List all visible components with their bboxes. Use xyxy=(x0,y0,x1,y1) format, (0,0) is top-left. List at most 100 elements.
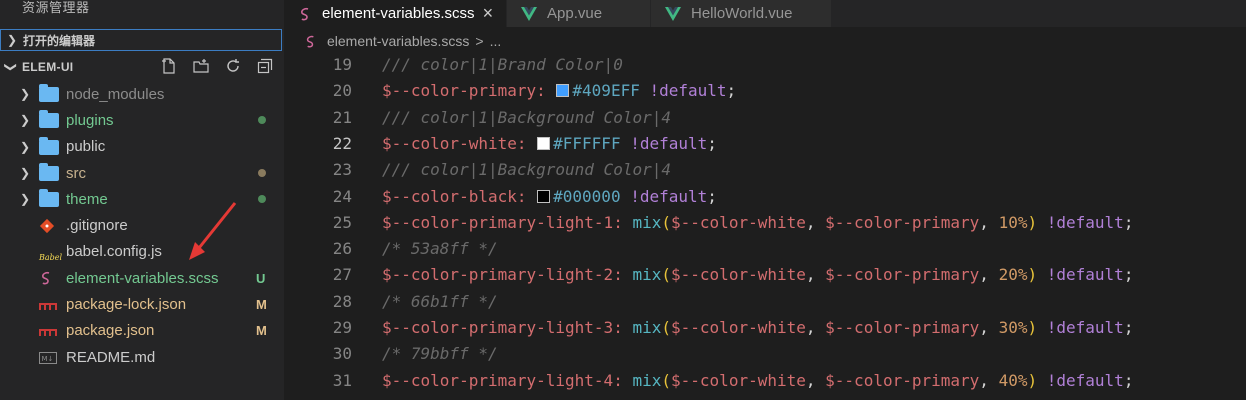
code-line-21: /// color|1|Background Color|4 xyxy=(382,107,671,127)
tab-label: element-variables.scss xyxy=(322,5,475,22)
new-folder-icon[interactable] xyxy=(192,58,210,76)
code-line-28: /* 66b1ff */ xyxy=(382,291,498,311)
folder-icon xyxy=(39,84,59,103)
breadcrumb-symbols[interactable]: ... xyxy=(490,33,502,49)
code-line-24: $--color-black: #000000 !default; xyxy=(382,186,717,206)
code-line-19: /// color|1|Brand Color|0 xyxy=(382,55,623,74)
tree-item-public[interactable]: ❯ public xyxy=(0,134,284,160)
git-status-dot xyxy=(258,116,266,125)
tree-item-label: README.md xyxy=(66,348,156,366)
tab-helloworld-vue[interactable]: HelloWorld.vue xyxy=(651,0,831,27)
line-number: 24 xyxy=(332,186,352,206)
code-line-26: /* 53a8ff */ xyxy=(382,239,498,259)
git-status-badge: M xyxy=(256,323,267,339)
code-line-31: $--color-primary-light-4: mix($--color-w… xyxy=(382,370,1134,390)
line-number: 23 xyxy=(332,160,352,180)
babel-icon: Babel xyxy=(39,252,63,262)
project-section-header[interactable]: ❯ ELEM-UI xyxy=(0,56,284,78)
color-swatch-black[interactable] xyxy=(537,189,551,203)
tab-label: HelloWorld.vue xyxy=(691,5,793,22)
tree-item-plugins[interactable]: ❯ plugins xyxy=(0,107,284,133)
line-number: 20 xyxy=(332,81,352,101)
chevron-down-icon: ❯ xyxy=(4,61,18,73)
line-number: 27 xyxy=(332,265,352,285)
line-number: 28 xyxy=(332,291,352,311)
breadcrumb-separator: > xyxy=(475,33,484,49)
tree-item-label: src xyxy=(66,164,86,182)
code-editor[interactable]: 19 20 21 22 23 24 25 26 27 28 29 30 31 /// color|1|B… xyxy=(284,55,1246,400)
code-line-27: $--color-primary-light-2: mix($--color-w… xyxy=(382,265,1134,285)
vue-icon xyxy=(521,6,537,21)
git-status-badge: M xyxy=(256,297,267,313)
code-line-23: /// color|1|Background Color|4 xyxy=(382,160,671,180)
tree-item-readme-md[interactable]: M↓ README.md xyxy=(0,344,284,370)
chevron-right-icon: ❯ xyxy=(20,192,31,207)
line-number: 30 xyxy=(332,344,352,364)
line-number: 21 xyxy=(332,107,352,127)
tab-app-vue[interactable]: App.vue xyxy=(507,0,650,27)
tree-item-label: element-variables.scss xyxy=(66,269,219,287)
chevron-right-icon: ❯ xyxy=(6,33,18,47)
breadcrumb: element-variables.scss > ... xyxy=(284,27,1246,55)
git-status-badge: U xyxy=(256,270,266,286)
chevron-right-icon: ❯ xyxy=(20,87,31,102)
line-number: 26 xyxy=(332,239,352,259)
code-line-30: /* 79bbff */ xyxy=(382,344,498,364)
editor-tab-bar: element-variables.scss × App.vue HelloWo… xyxy=(284,0,1246,27)
code-line-29: $--color-primary-light-3: mix($--color-w… xyxy=(382,318,1134,337)
tree-item-label: public xyxy=(66,138,106,156)
breadcrumb-file[interactable]: element-variables.scss xyxy=(327,33,469,49)
git-icon xyxy=(39,218,59,234)
tree-item-element-variables-scss[interactable]: element-variables.scss U xyxy=(0,265,284,291)
line-number: 31 xyxy=(332,370,352,390)
close-icon[interactable]: × xyxy=(483,3,494,24)
line-number: 19 xyxy=(332,55,352,74)
npm-icon xyxy=(39,297,59,313)
tab-label: App.vue xyxy=(547,5,603,22)
tree-item-package-json[interactable]: package.json M xyxy=(0,318,284,344)
vue-icon xyxy=(665,6,681,21)
markdown-icon: M↓ xyxy=(39,349,59,365)
tree-item-label: node_modules xyxy=(66,85,165,103)
sass-icon xyxy=(306,35,314,47)
code-line-25: $--color-primary-light-1: mix($--color-w… xyxy=(382,212,1134,232)
chevron-right-icon: ❯ xyxy=(20,113,31,128)
git-status-dot xyxy=(258,195,266,204)
npm-icon xyxy=(39,323,59,339)
svg-text:M↓: M↓ xyxy=(42,355,54,363)
project-name: ELEM-UI xyxy=(22,60,74,74)
tree-item-label: plugins xyxy=(66,111,114,129)
new-file-icon[interactable] xyxy=(160,58,178,76)
line-number: 22 xyxy=(332,133,352,153)
color-swatch-white[interactable] xyxy=(537,136,551,150)
tab-element-variables[interactable]: element-variables.scss × xyxy=(284,0,506,27)
explorer-sidebar: 资源管理器 ❯ 打开的编辑器 ❯ ELEM-UI ❯ node_modules ❯ p… xyxy=(0,0,284,400)
sass-icon xyxy=(301,7,309,20)
tree-item-src[interactable]: ❯ src xyxy=(0,160,284,186)
tree-item-label: babel.config.js xyxy=(66,243,162,261)
refresh-icon[interactable] xyxy=(224,58,242,76)
open-editors-label: 打开的编辑器 xyxy=(23,33,96,48)
open-editors-section[interactable]: ❯ 打开的编辑器 xyxy=(0,29,282,51)
sass-icon xyxy=(39,270,59,286)
folder-icon xyxy=(39,136,59,155)
tree-item-package-lock-json[interactable]: package-lock.json M xyxy=(0,291,284,317)
tree-item-label: package-lock.json xyxy=(66,296,187,314)
tree-item-label: theme xyxy=(66,190,108,208)
color-swatch-primary[interactable] xyxy=(556,84,570,98)
folder-icon xyxy=(39,163,59,182)
chevron-right-icon: ❯ xyxy=(20,139,31,154)
folder-icon xyxy=(39,110,59,129)
line-number: 29 xyxy=(332,318,352,337)
collapse-all-icon[interactable] xyxy=(256,58,274,76)
tree-item-node-modules[interactable]: ❯ node_modules xyxy=(0,81,284,107)
tree-item-label: package.json xyxy=(66,322,155,340)
tree-item-label: .gitignore xyxy=(66,217,128,235)
git-status-dot xyxy=(258,169,266,178)
code-line-22: $--color-white: #FFFFFF !default; xyxy=(382,133,717,153)
code-line-20: $--color-primary: #409EFF !default; xyxy=(382,81,737,101)
explorer-title: 资源管理器 xyxy=(22,0,90,15)
red-arrow-annotation xyxy=(189,202,237,260)
folder-icon xyxy=(39,189,59,208)
chevron-right-icon: ❯ xyxy=(20,166,31,181)
